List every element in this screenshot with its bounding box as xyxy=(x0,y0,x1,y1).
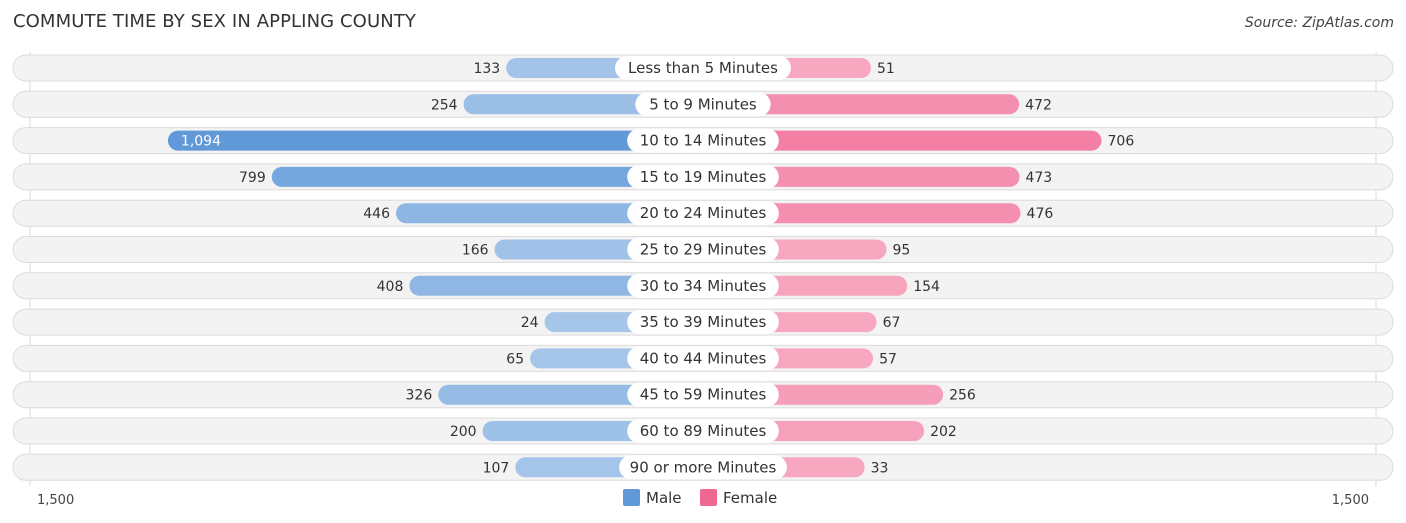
value-label-male: 408 xyxy=(377,279,404,295)
category-label: 90 or more Minutes xyxy=(630,458,777,476)
category-label: 40 to 44 Minutes xyxy=(640,349,767,367)
value-label-male: 254 xyxy=(431,97,458,113)
value-label-female: 33 xyxy=(871,460,889,476)
legend-label-female: Female xyxy=(723,489,777,507)
value-label-male: 24 xyxy=(521,315,539,331)
value-label-female: 57 xyxy=(879,351,897,367)
category-label: 15 to 19 Minutes xyxy=(640,168,767,186)
value-label-female: 472 xyxy=(1025,97,1052,113)
legend-swatch-male xyxy=(623,489,640,506)
value-label-male: 200 xyxy=(450,424,477,440)
axis-label-right: 1,500 xyxy=(1332,493,1369,508)
value-label-male: 107 xyxy=(483,460,510,476)
value-label-male: 133 xyxy=(473,61,500,77)
bar-row: 166 95 25 to 29 Minutes xyxy=(12,236,1394,263)
value-label-male: 799 xyxy=(239,170,266,186)
bar-row: 326 256 45 to 59 Minutes xyxy=(12,381,1394,409)
bar-row: 65 57 40 to 44 Minutes xyxy=(12,344,1394,372)
bar-row: 446 476 20 to 24 Minutes xyxy=(12,199,1394,227)
value-label-female: 476 xyxy=(1027,206,1054,222)
value-label-female: 202 xyxy=(930,424,957,440)
category-label: 5 to 9 Minutes xyxy=(649,95,757,113)
value-label-male: 166 xyxy=(462,243,489,259)
bar-row: 799 473 15 to 19 Minutes xyxy=(12,163,1394,191)
bar-row: 24 67 35 to 39 Minutes xyxy=(12,308,1394,336)
value-label-female: 51 xyxy=(877,61,895,77)
value-label-female: 706 xyxy=(1108,134,1135,150)
category-label: 10 to 14 Minutes xyxy=(640,132,767,150)
value-label-male: 1,094 xyxy=(181,134,221,150)
bar-row: 133 51 Less than 5 Minutes xyxy=(12,54,1394,82)
bar-male xyxy=(167,130,704,151)
value-label-female: 256 xyxy=(949,388,976,404)
category-label: 20 to 24 Minutes xyxy=(640,204,767,222)
bar-row: 107 33 90 or more Minutes xyxy=(12,453,1394,481)
bar-row: 200 202 60 to 89 Minutes xyxy=(12,417,1394,445)
value-label-female: 154 xyxy=(913,279,940,295)
value-label-female: 67 xyxy=(883,315,901,331)
bar-row: 1,094 706 10 to 14 Minutes xyxy=(12,127,1394,155)
legend-label-male: Male xyxy=(646,489,682,507)
category-label: 35 to 39 Minutes xyxy=(640,313,767,331)
category-label: 25 to 29 Minutes xyxy=(640,241,767,259)
value-label-male: 326 xyxy=(406,388,433,404)
category-label: 45 to 59 Minutes xyxy=(640,386,767,404)
value-label-female: 95 xyxy=(892,243,910,259)
chart-rows: 133 51 Less than 5 Minutes 254 472 5 to 9 Min… xyxy=(12,52,1394,486)
category-label: Less than 5 Minutes xyxy=(628,59,778,77)
diverging-bar-chart: 133 51 Less than 5 Minutes 254 472 5 to 9 Min… xyxy=(12,52,1394,508)
axis-label-left: 1,500 xyxy=(37,493,74,508)
bar-row: 408 154 30 to 34 Minutes xyxy=(12,272,1394,300)
legend: Male Female xyxy=(623,489,777,507)
category-label: 60 to 89 Minutes xyxy=(640,422,767,440)
value-label-male: 65 xyxy=(506,351,524,367)
legend-swatch-female xyxy=(700,489,717,506)
bar-row: 254 472 5 to 9 Minutes xyxy=(12,90,1394,118)
value-label-male: 446 xyxy=(363,206,390,222)
value-label-female: 473 xyxy=(1025,170,1052,186)
category-label: 30 to 34 Minutes xyxy=(640,277,767,295)
